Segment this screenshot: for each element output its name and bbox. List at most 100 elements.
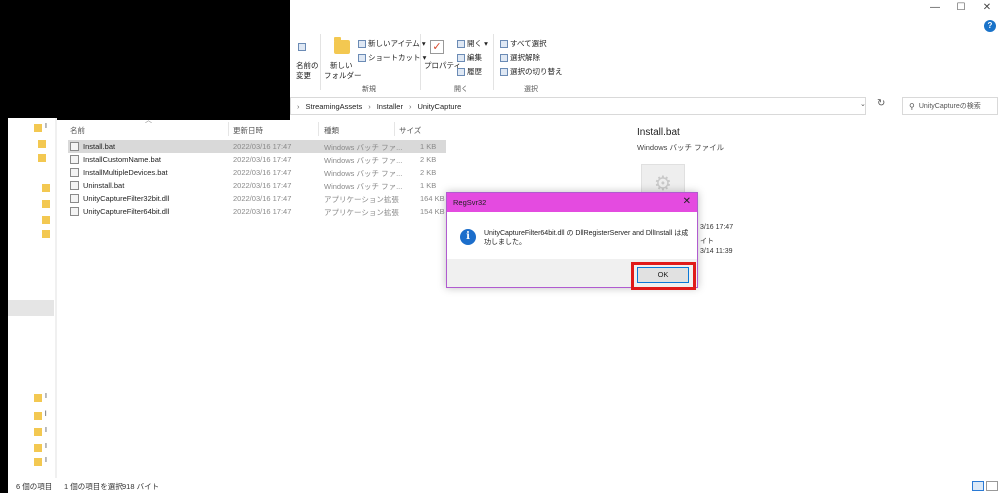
folder-icon: [34, 124, 42, 132]
search-icon: ⚲: [909, 101, 915, 111]
black-overlay: [0, 0, 290, 120]
rename-label-2: 変更: [296, 71, 311, 80]
invert-selection-icon: [500, 68, 508, 77]
file-size: 164 KB: [420, 194, 445, 203]
help-icon[interactable]: ?: [984, 20, 996, 32]
column-name[interactable]: 名前: [70, 125, 85, 136]
nav-item-label[interactable]: I: [45, 427, 47, 434]
breadcrumb-streamingassets[interactable]: StreamingAssets: [306, 102, 363, 111]
navigation-pane: I l I I I I: [8, 118, 55, 479]
close-window-button[interactable]: ✕: [974, 0, 1000, 16]
folder-icon: [42, 200, 50, 208]
file-icon: [70, 142, 79, 151]
rename-icon: [298, 42, 308, 52]
ok-button[interactable]: OK: [637, 267, 689, 283]
new-folder-label: フォルダー: [324, 70, 362, 81]
file-row[interactable]: UnityCaptureFilter64bit.dll 2022/03/16 17…: [68, 205, 446, 218]
file-name: Uninstall.bat: [83, 181, 125, 190]
status-bar: 6 個の項目 1 個の項目を選択 918 バイト: [0, 479, 1000, 493]
properties-button[interactable]: プロパティ: [424, 60, 461, 71]
properties-label: プロパティ: [424, 61, 462, 70]
breadcrumb-separator: ›: [368, 101, 371, 111]
file-row[interactable]: InstallCustomName.bat 2022/03/16 17:47 Win…: [68, 153, 446, 166]
folder-icon: [34, 412, 42, 420]
refresh-icon[interactable]: ↻: [877, 98, 885, 109]
preview-detail-created: 3/14 11:39: [700, 248, 733, 255]
file-name: UnityCaptureFilter32bit.dll: [83, 194, 170, 203]
maximize-button[interactable]: ☐: [948, 0, 974, 16]
folder-icon: [34, 428, 42, 436]
folder-icon: [38, 140, 46, 148]
nav-selected-item[interactable]: [8, 300, 54, 316]
nav-scrollbar[interactable]: [55, 118, 57, 478]
breadcrumb-separator: ›: [297, 101, 300, 111]
file-icon: [70, 155, 79, 164]
search-input[interactable]: ⚲ UnityCaptureの検索: [902, 97, 998, 115]
new-item-icon: [358, 40, 366, 49]
folder-icon: [34, 394, 42, 402]
file-type: Windows バッチ ファ...: [324, 143, 403, 152]
minimize-button[interactable]: —: [922, 0, 948, 16]
file-date: 2022/03/16 17:47: [233, 181, 292, 190]
nav-item-label[interactable]: I: [45, 443, 47, 450]
file-type: アプリケーション拡張: [324, 195, 399, 204]
folder-icon: [38, 154, 46, 162]
nav-item-label[interactable]: I: [45, 393, 47, 400]
large-icons-view-icon[interactable]: [986, 481, 998, 491]
column-size[interactable]: サイズ: [399, 125, 421, 136]
folder-icon: [42, 216, 50, 224]
file-row[interactable]: Uninstall.bat 2022/03/16 17:47 Windows バッチ…: [68, 179, 446, 192]
column-date[interactable]: 更新日時: [233, 125, 263, 136]
history-button[interactable]: 履歴: [457, 66, 482, 77]
file-name: InstallMultipleDevices.bat: [83, 168, 168, 177]
invert-selection-button[interactable]: 選択の切り替え: [500, 66, 563, 77]
chevron-down-icon[interactable]: ⌄: [860, 100, 866, 108]
file-size: 2 KB: [420, 168, 437, 177]
file-type: アプリケーション拡張: [324, 208, 399, 217]
folder-icon: [42, 184, 50, 192]
nav-item-label[interactable]: I: [45, 123, 47, 130]
window-controls: — ☐ ✕: [922, 0, 1000, 16]
breadcrumb-unitycapture[interactable]: UnityCapture: [417, 102, 461, 111]
file-type: Windows バッチ ファ...: [324, 169, 403, 178]
file-icon: [70, 168, 79, 177]
edit-button[interactable]: 編集: [457, 52, 482, 63]
select-none-icon: [500, 54, 508, 63]
new-item-button[interactable]: 新しいアイテム ▾: [358, 38, 426, 49]
address-bar[interactable]: › StreamingAssets › Installer › UnityCap…: [290, 97, 866, 115]
edit-icon: [457, 54, 465, 63]
file-date: 2022/03/16 17:47: [233, 194, 292, 203]
search-placeholder: UnityCaptureの検索: [918, 103, 981, 110]
new-folder-label-1: 新しい: [330, 61, 353, 70]
file-size: 154 KB: [420, 207, 445, 216]
details-view-icon[interactable]: [972, 481, 984, 491]
nav-item-label[interactable]: l: [45, 411, 47, 418]
file-size: 2 KB: [420, 155, 437, 164]
edit-label: 編集: [467, 53, 482, 62]
select-none-label: 選択解除: [510, 53, 540, 62]
shortcut-button[interactable]: ショートカット ▾: [358, 52, 426, 63]
folder-icon: [34, 444, 42, 452]
file-date: 2022/03/16 17:47: [233, 168, 292, 177]
nav-item-label[interactable]: I: [45, 457, 47, 464]
dialog-message: UnityCaptureFilter64bit.dll の DllRegiste…: [484, 230, 689, 246]
open-button[interactable]: 開く ▾: [457, 38, 488, 49]
select-all-button[interactable]: すべて選択: [500, 38, 547, 49]
select-all-icon: [500, 40, 508, 49]
breadcrumb-installer[interactable]: Installer: [377, 102, 403, 111]
breadcrumb-separator: ›: [408, 101, 412, 111]
invert-selection-label: 選択の切り替え: [510, 67, 563, 76]
properties-icon: ✓: [430, 40, 444, 54]
history-label: 履歴: [467, 67, 482, 76]
new-item-label: 新しいアイテム ▾: [368, 39, 426, 48]
select-none-button[interactable]: 選択解除: [500, 52, 540, 63]
file-row[interactable]: Install.bat 2022/03/16 17:47 Windows バッチ フ…: [68, 140, 446, 153]
file-type: Windows バッチ ファ...: [324, 156, 403, 165]
preview-filetype: Windows バッチ ファイル: [637, 143, 725, 152]
close-icon[interactable]: ✕: [683, 196, 691, 207]
file-row[interactable]: UnityCaptureFilter32bit.dll 2022/03/16 17…: [68, 192, 446, 205]
dialog-titlebar[interactable]: RegSvr32 ✕: [447, 193, 697, 212]
file-row[interactable]: InstallMultipleDevices.bat 2022/03/16 17:…: [68, 166, 446, 179]
column-type[interactable]: 種類: [324, 125, 339, 136]
status-item-count: 6 個の項目: [16, 482, 53, 491]
